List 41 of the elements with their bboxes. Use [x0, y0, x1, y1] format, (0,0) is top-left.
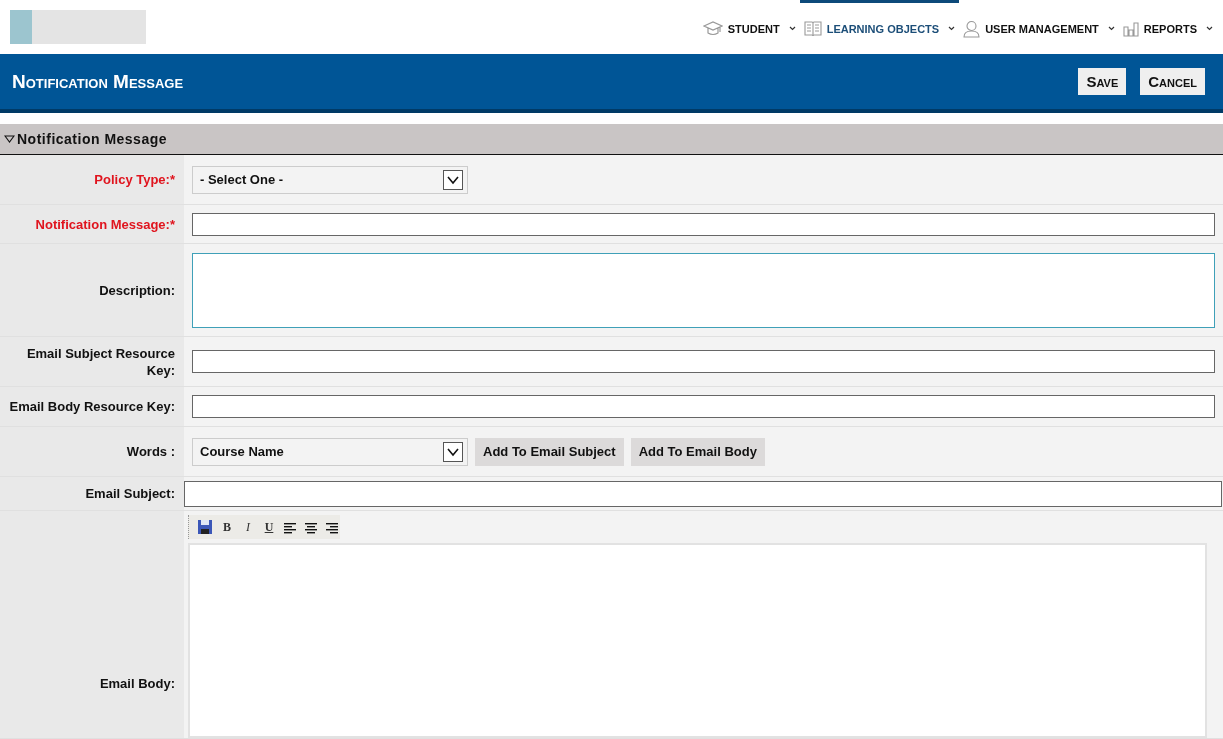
format-button[interactable]: I	[241, 519, 255, 535]
add-button[interactable]: Add To Email Body	[630, 437, 765, 466]
text-input[interactable]	[192, 212, 1215, 236]
action-button[interactable]: Cancel	[1140, 68, 1205, 95]
text-area[interactable]	[192, 252, 1215, 328]
add-button[interactable]: Add To Email Subject	[475, 437, 624, 466]
nav-menu-item[interactable]: REPORTS	[1118, 0, 1217, 54]
field-label: Email Body Resource Key:	[9, 398, 175, 415]
text-input[interactable]	[184, 480, 1222, 507]
section-header[interactable]: Notification Message	[0, 124, 1223, 155]
field-label: Email Subject:	[85, 485, 175, 502]
align-right-icon[interactable]	[325, 520, 339, 534]
page-title: Notification Message	[12, 70, 184, 93]
dropdown[interactable]: - Select One -	[192, 165, 468, 194]
book-icon	[803, 20, 822, 37]
nav-menu-item[interactable]: STUDENT	[698, 0, 800, 54]
graduation-cap-icon	[702, 20, 723, 37]
text-input[interactable]	[192, 350, 1215, 373]
bar-chart-icon	[1122, 20, 1139, 37]
dropdown[interactable]: Course Name	[192, 437, 468, 466]
caret-icon	[1107, 26, 1115, 31]
field-label: Words :	[126, 443, 175, 460]
align-center-icon[interactable]	[304, 520, 318, 534]
align-left-icon[interactable]	[283, 520, 297, 534]
save-icon[interactable]	[197, 519, 213, 535]
format-button[interactable]: U	[262, 519, 276, 535]
action-button[interactable]: Save	[1078, 68, 1127, 95]
field-label: Email Subject Resource Key:	[25, 344, 175, 379]
section-title: Notification Message	[17, 131, 168, 147]
caret-icon	[1206, 26, 1213, 31]
field-label: Description:	[99, 281, 175, 299]
caret-icon	[788, 26, 796, 31]
text-input[interactable]	[192, 395, 1215, 418]
caret-icon	[948, 26, 956, 31]
collapse-triangle-icon	[4, 135, 15, 143]
field-label: Policy Type:*	[94, 171, 175, 188]
format-button[interactable]: B	[220, 519, 234, 535]
user-icon	[963, 19, 981, 38]
field-label: Notification Message:*	[35, 215, 175, 233]
field-label: Email Body:	[99, 675, 175, 692]
nav-menu-item[interactable]: USER MANAGEMENT	[959, 0, 1119, 54]
